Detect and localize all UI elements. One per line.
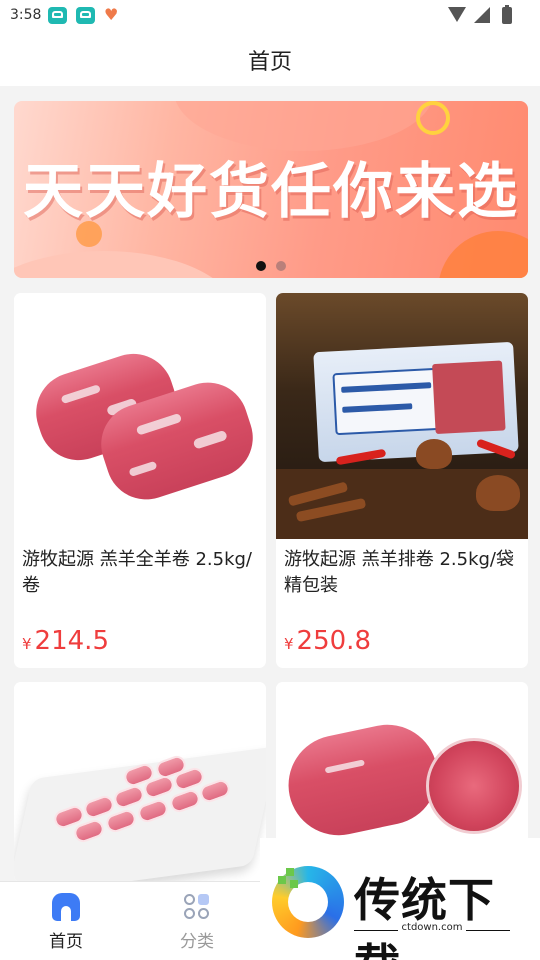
watermark: 传统下载 ctdown.com xyxy=(260,838,540,960)
promo-banner[interactable]: 天天好货任你来选 xyxy=(14,101,528,278)
system-icons xyxy=(438,5,528,24)
price-value: 250.8 xyxy=(296,626,371,656)
header: 首页 xyxy=(0,32,540,86)
product-price: ¥250.8 xyxy=(284,626,371,656)
pagination-dot[interactable] xyxy=(276,261,286,271)
product-price: ¥214.5 xyxy=(22,626,109,656)
banner-decoration xyxy=(438,231,528,278)
app-notification-icon xyxy=(76,7,95,24)
price-currency: ¥ xyxy=(22,635,32,653)
home-icon xyxy=(52,893,80,921)
product-card[interactable]: 游牧起源 羔羊排卷 2.5kg/袋 精包装 ¥250.8 xyxy=(276,293,528,668)
banner-pagination xyxy=(256,256,296,275)
tab-label: 首页 xyxy=(49,932,83,952)
pagination-dot-active[interactable] xyxy=(256,261,266,271)
status-time: 3:58 xyxy=(10,7,42,23)
product-image xyxy=(14,682,266,882)
product-name: 游牧起源 羔羊全羊卷 2.5kg/卷 xyxy=(22,549,252,596)
banner-decoration xyxy=(14,251,234,278)
status-bar: 3:58 ♥ xyxy=(0,0,540,32)
tab-home[interactable]: 首页 xyxy=(16,882,116,960)
page-title: 首页 xyxy=(247,50,292,75)
watermark-title: 传统下载 xyxy=(354,873,495,960)
wifi-icon xyxy=(448,7,466,22)
watermark-url: ctdown.com xyxy=(401,922,463,933)
signal-icon xyxy=(474,7,490,23)
product-card[interactable] xyxy=(14,682,266,882)
product-image xyxy=(276,293,528,539)
watermark-divider xyxy=(466,930,510,931)
battery-icon xyxy=(502,5,512,24)
tab-category[interactable]: 分类 xyxy=(147,882,247,960)
category-icon xyxy=(183,893,211,921)
heart-app-icon: ♥ xyxy=(104,5,119,24)
banner-text: 天天好货任你来选 xyxy=(23,157,519,227)
app-notification-icon xyxy=(48,7,67,24)
product-name: 游牧起源 羔羊排卷 2.5kg/袋 精包装 xyxy=(284,549,514,596)
watermark-logo-icon xyxy=(272,866,344,938)
price-currency: ¥ xyxy=(284,635,294,653)
banner-ring-decoration xyxy=(416,101,450,135)
product-image xyxy=(14,293,266,539)
price-value: 214.5 xyxy=(34,626,109,656)
product-card[interactable]: 游牧起源 羔羊全羊卷 2.5kg/卷 ¥214.5 xyxy=(14,293,266,668)
tab-label: 分类 xyxy=(180,932,214,952)
